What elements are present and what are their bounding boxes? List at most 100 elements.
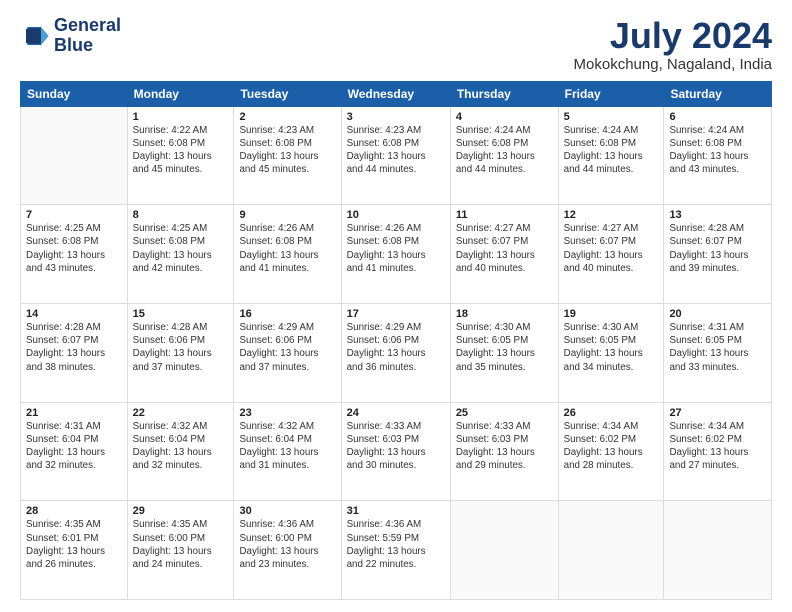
table-row: 26Sunrise: 4:34 AM Sunset: 6:02 PM Dayli… (558, 402, 664, 501)
col-tuesday: Tuesday (234, 81, 341, 106)
calendar-week-row: 21Sunrise: 4:31 AM Sunset: 6:04 PM Dayli… (21, 402, 772, 501)
day-info: Sunrise: 4:24 AM Sunset: 6:08 PM Dayligh… (669, 124, 766, 177)
day-number: 14 (26, 308, 122, 320)
page: General Blue July 2024 Mokokchung, Nagal… (0, 0, 792, 612)
day-info: Sunrise: 4:24 AM Sunset: 6:08 PM Dayligh… (564, 124, 659, 177)
day-info: Sunrise: 4:27 AM Sunset: 6:07 PM Dayligh… (456, 222, 553, 275)
table-row: 28Sunrise: 4:35 AM Sunset: 6:01 PM Dayli… (21, 501, 128, 600)
logo-icon (20, 21, 50, 51)
day-number: 31 (347, 505, 445, 517)
table-row: 27Sunrise: 4:34 AM Sunset: 6:02 PM Dayli… (664, 402, 772, 501)
day-number: 28 (26, 505, 122, 517)
day-info: Sunrise: 4:29 AM Sunset: 6:06 PM Dayligh… (239, 321, 335, 374)
table-row: 17Sunrise: 4:29 AM Sunset: 6:06 PM Dayli… (341, 303, 450, 402)
day-info: Sunrise: 4:30 AM Sunset: 6:05 PM Dayligh… (564, 321, 659, 374)
col-thursday: Thursday (450, 81, 558, 106)
day-info: Sunrise: 4:34 AM Sunset: 6:02 PM Dayligh… (564, 420, 659, 473)
day-number: 6 (669, 111, 766, 123)
day-number: 17 (347, 308, 445, 320)
day-number: 24 (347, 407, 445, 419)
day-info: Sunrise: 4:25 AM Sunset: 6:08 PM Dayligh… (26, 222, 122, 275)
calendar-week-row: 28Sunrise: 4:35 AM Sunset: 6:01 PM Dayli… (21, 501, 772, 600)
header: General Blue July 2024 Mokokchung, Nagal… (20, 16, 772, 73)
day-number: 16 (239, 308, 335, 320)
logo: General Blue (20, 16, 121, 56)
table-row: 14Sunrise: 4:28 AM Sunset: 6:07 PM Dayli… (21, 303, 128, 402)
day-number: 1 (133, 111, 229, 123)
table-row: 18Sunrise: 4:30 AM Sunset: 6:05 PM Dayli… (450, 303, 558, 402)
table-row: 12Sunrise: 4:27 AM Sunset: 6:07 PM Dayli… (558, 205, 664, 304)
day-number: 20 (669, 308, 766, 320)
table-row: 30Sunrise: 4:36 AM Sunset: 6:00 PM Dayli… (234, 501, 341, 600)
day-number: 30 (239, 505, 335, 517)
day-info: Sunrise: 4:34 AM Sunset: 6:02 PM Dayligh… (669, 420, 766, 473)
col-wednesday: Wednesday (341, 81, 450, 106)
day-info: Sunrise: 4:29 AM Sunset: 6:06 PM Dayligh… (347, 321, 445, 374)
day-number: 5 (564, 111, 659, 123)
table-row: 1Sunrise: 4:22 AM Sunset: 6:08 PM Daylig… (127, 106, 234, 205)
table-row: 9Sunrise: 4:26 AM Sunset: 6:08 PM Daylig… (234, 205, 341, 304)
day-info: Sunrise: 4:36 AM Sunset: 6:00 PM Dayligh… (239, 518, 335, 571)
col-saturday: Saturday (664, 81, 772, 106)
table-row: 11Sunrise: 4:27 AM Sunset: 6:07 PM Dayli… (450, 205, 558, 304)
day-info: Sunrise: 4:30 AM Sunset: 6:05 PM Dayligh… (456, 321, 553, 374)
table-row: 5Sunrise: 4:24 AM Sunset: 6:08 PM Daylig… (558, 106, 664, 205)
day-info: Sunrise: 4:23 AM Sunset: 6:08 PM Dayligh… (347, 124, 445, 177)
day-info: Sunrise: 4:26 AM Sunset: 6:08 PM Dayligh… (347, 222, 445, 275)
table-row: 10Sunrise: 4:26 AM Sunset: 6:08 PM Dayli… (341, 205, 450, 304)
col-monday: Monday (127, 81, 234, 106)
day-number: 18 (456, 308, 553, 320)
table-row: 25Sunrise: 4:33 AM Sunset: 6:03 PM Dayli… (450, 402, 558, 501)
day-number: 19 (564, 308, 659, 320)
day-number: 9 (239, 209, 335, 221)
day-number: 21 (26, 407, 122, 419)
day-info: Sunrise: 4:35 AM Sunset: 6:00 PM Dayligh… (133, 518, 229, 571)
day-number: 27 (669, 407, 766, 419)
title-block: July 2024 Mokokchung, Nagaland, India (574, 16, 772, 73)
logo-text: General Blue (54, 16, 121, 56)
day-info: Sunrise: 4:22 AM Sunset: 6:08 PM Dayligh… (133, 124, 229, 177)
day-info: Sunrise: 4:32 AM Sunset: 6:04 PM Dayligh… (133, 420, 229, 473)
day-info: Sunrise: 4:35 AM Sunset: 6:01 PM Dayligh… (26, 518, 122, 571)
day-number: 4 (456, 111, 553, 123)
title-month: July 2024 (574, 16, 772, 56)
table-row: 20Sunrise: 4:31 AM Sunset: 6:05 PM Dayli… (664, 303, 772, 402)
day-number: 23 (239, 407, 335, 419)
day-number: 22 (133, 407, 229, 419)
day-info: Sunrise: 4:27 AM Sunset: 6:07 PM Dayligh… (564, 222, 659, 275)
day-number: 8 (133, 209, 229, 221)
day-number: 13 (669, 209, 766, 221)
title-location: Mokokchung, Nagaland, India (574, 56, 772, 73)
day-number: 12 (564, 209, 659, 221)
calendar-week-row: 1Sunrise: 4:22 AM Sunset: 6:08 PM Daylig… (21, 106, 772, 205)
col-sunday: Sunday (21, 81, 128, 106)
day-number: 15 (133, 308, 229, 320)
table-row: 29Sunrise: 4:35 AM Sunset: 6:00 PM Dayli… (127, 501, 234, 600)
table-row: 3Sunrise: 4:23 AM Sunset: 6:08 PM Daylig… (341, 106, 450, 205)
table-row: 31Sunrise: 4:36 AM Sunset: 5:59 PM Dayli… (341, 501, 450, 600)
table-row: 13Sunrise: 4:28 AM Sunset: 6:07 PM Dayli… (664, 205, 772, 304)
table-row (450, 501, 558, 600)
day-number: 3 (347, 111, 445, 123)
table-row: 6Sunrise: 4:24 AM Sunset: 6:08 PM Daylig… (664, 106, 772, 205)
table-row: 23Sunrise: 4:32 AM Sunset: 6:04 PM Dayli… (234, 402, 341, 501)
table-row: 22Sunrise: 4:32 AM Sunset: 6:04 PM Dayli… (127, 402, 234, 501)
day-number: 29 (133, 505, 229, 517)
day-info: Sunrise: 4:28 AM Sunset: 6:06 PM Dayligh… (133, 321, 229, 374)
day-info: Sunrise: 4:32 AM Sunset: 6:04 PM Dayligh… (239, 420, 335, 473)
table-row: 7Sunrise: 4:25 AM Sunset: 6:08 PM Daylig… (21, 205, 128, 304)
day-number: 26 (564, 407, 659, 419)
day-number: 11 (456, 209, 553, 221)
day-info: Sunrise: 4:28 AM Sunset: 6:07 PM Dayligh… (669, 222, 766, 275)
day-info: Sunrise: 4:23 AM Sunset: 6:08 PM Dayligh… (239, 124, 335, 177)
table-row (558, 501, 664, 600)
table-row: 21Sunrise: 4:31 AM Sunset: 6:04 PM Dayli… (21, 402, 128, 501)
table-row (664, 501, 772, 600)
day-number: 2 (239, 111, 335, 123)
table-row: 15Sunrise: 4:28 AM Sunset: 6:06 PM Dayli… (127, 303, 234, 402)
day-number: 10 (347, 209, 445, 221)
day-info: Sunrise: 4:28 AM Sunset: 6:07 PM Dayligh… (26, 321, 122, 374)
col-friday: Friday (558, 81, 664, 106)
day-info: Sunrise: 4:31 AM Sunset: 6:04 PM Dayligh… (26, 420, 122, 473)
day-number: 7 (26, 209, 122, 221)
